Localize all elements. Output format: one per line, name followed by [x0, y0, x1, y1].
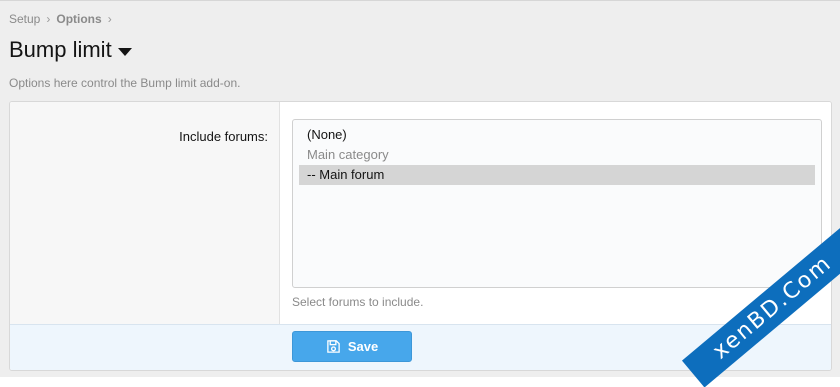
include-forums-select[interactable]: (None) Main category -- Main forum — [292, 119, 822, 288]
save-button-label: Save — [347, 339, 379, 354]
save-button[interactable]: Save — [292, 331, 412, 362]
page: Setup › Options › Bump limit Options her… — [0, 0, 840, 387]
form-row-input-column: (None) Main category -- Main forum Selec… — [281, 102, 831, 326]
breadcrumb: Setup › Options › — [9, 12, 114, 26]
select-option-none[interactable]: (None) — [299, 125, 815, 145]
include-forums-label: Include forums: — [179, 129, 268, 144]
caret-down-icon[interactable] — [117, 47, 132, 56]
breadcrumb-separator: › — [46, 12, 51, 26]
include-forums-hint: Select forums to include. — [292, 295, 424, 309]
title-row: Bump limit — [9, 37, 132, 63]
select-optgroup-main-category: Main category — [307, 147, 389, 162]
breadcrumb-item-setup[interactable]: Setup — [9, 12, 40, 26]
page-description: Options here control the Bump limit add-… — [9, 76, 241, 90]
breadcrumb-separator: › — [107, 12, 112, 26]
save-icon — [327, 340, 340, 353]
select-option-main-forum[interactable]: -- Main forum — [299, 165, 815, 185]
form-row-label-column: Include forums: — [10, 102, 280, 326]
page-title: Bump limit — [9, 37, 112, 62]
options-form: Include forums: (None) Main category -- … — [9, 101, 832, 371]
breadcrumb-item-options[interactable]: Options — [56, 12, 101, 26]
